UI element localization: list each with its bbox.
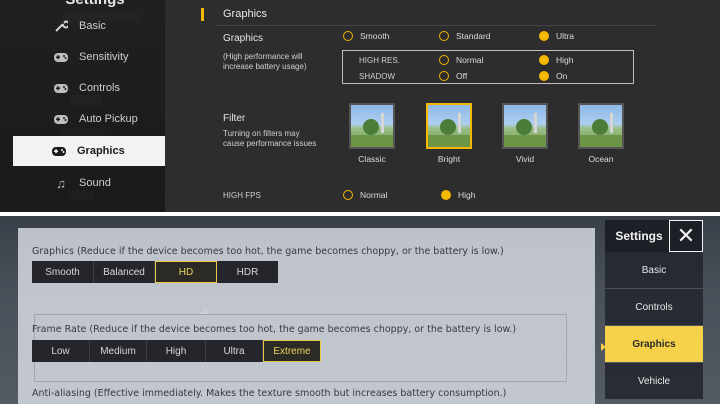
graphics-heading: Graphics (Reduce if the device becomes t… (32, 246, 504, 257)
divider (215, 25, 655, 26)
gamepad-icon (51, 80, 71, 96)
option-label: Off (456, 71, 468, 81)
sidebar-item-controls[interactable]: Controls (15, 74, 165, 102)
radio-selected-icon (539, 71, 549, 81)
bottom-settings-screen: Graphics (Reduce if the device becomes t… (0, 216, 720, 404)
sidebar-item-sound[interactable]: ♫ Sound (15, 169, 165, 197)
graphics-note: (High performance will increase battery … (223, 52, 307, 71)
frame-rate-selector: Low Medium High Ultra Extreme (32, 340, 321, 362)
option-label: Standard (456, 31, 491, 41)
sidebar-item-auto-pickup[interactable]: Auto Pickup (15, 105, 165, 133)
graphics-option-hdr[interactable]: HDR (217, 261, 278, 283)
menu-item-basic[interactable]: Basic (605, 252, 703, 288)
radio-icon (343, 190, 353, 200)
shadow-option-off[interactable]: Off (439, 71, 467, 81)
sidebar-item-basic[interactable]: Basic (15, 12, 165, 40)
graphics-option-standard[interactable]: Standard (439, 31, 491, 41)
gamepad-icon (51, 111, 71, 127)
frame-option-ultra[interactable]: Ultra (206, 340, 263, 362)
sidebar-item-label: Sensitivity (79, 51, 129, 63)
graphics-label: Graphics (223, 33, 264, 44)
sidebar-title: Settings (55, 0, 135, 8)
sidebar-item-label: Basic (79, 20, 106, 32)
high-res-label: HIGH RES. (359, 56, 400, 65)
frame-option-low[interactable]: Low (32, 340, 90, 362)
filter-name-vivid: Vivid (515, 154, 535, 164)
gamepad-icon (51, 49, 71, 65)
radio-icon (439, 71, 449, 81)
radio-selected-icon (539, 31, 549, 41)
menu-item-vehicle[interactable]: Vehicle (605, 363, 703, 399)
option-label: Ultra (556, 31, 574, 41)
filter-name-classic: Classic (358, 154, 386, 164)
sidebar-item-label: Sound (79, 177, 111, 189)
option-label: Normal (456, 55, 484, 65)
option-label: Normal (360, 190, 388, 200)
option-label: On (556, 71, 568, 81)
close-button[interactable]: ✕ (669, 220, 703, 252)
graphics-option-smooth[interactable]: Smooth (343, 31, 389, 41)
settings-title: Settings (615, 229, 663, 243)
gamepad-icon (49, 143, 69, 159)
option-label: Smooth (360, 31, 390, 41)
graphics-settings-panel: Graphics Graphics (High performance will… (165, 0, 720, 212)
sidebar-item-label: Controls (79, 82, 120, 94)
high-fps-option-high[interactable]: High (441, 190, 475, 200)
high-res-option-normal[interactable]: Normal (439, 55, 483, 65)
filter-label: Filter (223, 113, 246, 124)
filter-thumbnail-classic[interactable] (349, 103, 395, 149)
filter-thumbnail-bright[interactable] (426, 103, 472, 149)
radio-selected-icon (539, 55, 549, 65)
radio-icon (439, 55, 449, 65)
high-fps-label: HIGH FPS (223, 191, 261, 200)
sidebar-item-label: Auto Pickup (79, 113, 138, 125)
frame-option-high[interactable]: High (147, 340, 206, 362)
radio-icon (439, 31, 449, 41)
filter-thumbnail-vivid[interactable] (502, 103, 548, 149)
frame-rate-heading: Frame Rate (Reduce if the device becomes… (32, 324, 517, 335)
settings-menu: Settings ✕ Basic Controls Graphics Vehic… (601, 216, 720, 404)
top-settings-screen: Settings ░░░░░░░░░░░░ ░░░░░ ░░░░░░░ ░░░░… (0, 0, 720, 212)
anti-aliasing-heading: Anti-aliasing (Effective immediately. Ma… (32, 388, 507, 399)
wrench-icon (51, 18, 71, 34)
radio-selected-icon (441, 190, 451, 200)
menu-item-controls[interactable]: Controls (605, 289, 703, 325)
shadow-option-on[interactable]: On (539, 71, 567, 81)
high-fps-option-normal[interactable]: Normal (343, 190, 387, 200)
sidebar-item-sensitivity[interactable]: Sensitivity (15, 43, 165, 71)
frame-option-medium[interactable]: Medium (90, 340, 147, 362)
radio-icon (343, 31, 353, 41)
shadow-label: SHADOW (359, 72, 395, 81)
section-accent-bar (201, 8, 204, 21)
high-res-option-high[interactable]: High (539, 55, 573, 65)
frame-option-extreme[interactable]: Extreme (263, 340, 321, 362)
graphics-option-balanced[interactable]: Balanced (94, 261, 155, 283)
graphics-option-hd[interactable]: HD (155, 261, 217, 283)
sidebar-item-label: Graphics (77, 145, 125, 157)
graphics-option-ultra[interactable]: Ultra (539, 31, 574, 41)
filter-name-bright: Bright (437, 154, 461, 164)
sidebar-item-graphics[interactable]: Graphics (13, 136, 165, 166)
graphics-option-smooth[interactable]: Smooth (32, 261, 94, 283)
graphics-settings-panel: Graphics (Reduce if the device becomes t… (18, 228, 595, 404)
music-icon: ♫ (56, 175, 66, 191)
graphics-quality-selector: Smooth Balanced HD HDR (32, 261, 278, 283)
filter-thumbnail-ocean[interactable] (578, 103, 624, 149)
settings-sidebar: Settings ░░░░░░░░░░░░ ░░░░░ ░░░░░░░ ░░░░… (0, 0, 165, 212)
close-icon: ✕ (676, 223, 696, 248)
option-label: High (556, 55, 574, 65)
filter-note: Turning on filters may cause performance… (223, 129, 317, 148)
menu-item-graphics[interactable]: Graphics (605, 326, 703, 362)
section-title: Graphics (223, 8, 268, 20)
filter-name-ocean: Ocean (588, 154, 614, 164)
option-label: High (458, 190, 476, 200)
